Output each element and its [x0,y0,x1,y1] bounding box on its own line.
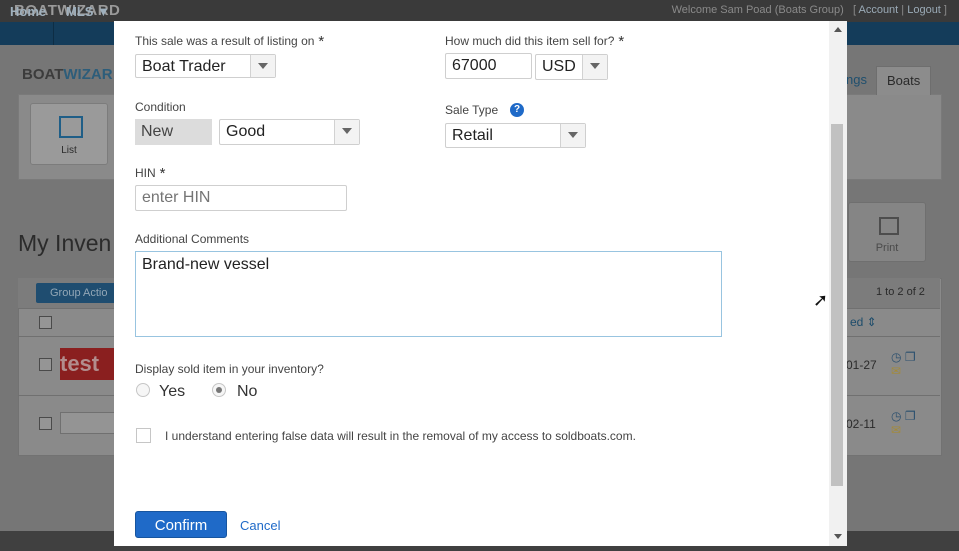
sale-price-label-text: How much did this item sell for? [445,34,615,48]
list-label: List [61,145,77,156]
boat-thumbnail[interactable]: test [60,348,114,380]
condition-select[interactable]: Good [219,119,360,145]
scroll-up-icon[interactable] [834,27,842,32]
modal-scrollbar[interactable] [829,21,847,546]
comments-label: Additional Comments [135,232,250,246]
sale-type-value: Retail [452,127,493,144]
required-mark: * [618,33,625,50]
sort-column-header[interactable]: ed ⇕ [850,315,877,329]
boatwizard-logo: BOATWIZAR [22,66,113,83]
sale-type-label: Sale Type [445,103,499,117]
tab-boats[interactable]: Boats [876,66,932,95]
print-label: Print [875,242,899,254]
condition-label: Condition [135,100,186,114]
display-yes-label[interactable]: Yes [159,383,185,401]
sale-price-input[interactable] [445,53,532,79]
chevron-down-icon [582,55,607,79]
mouse-cursor-icon: ➚ [813,290,829,310]
account-link[interactable]: Account [858,4,898,16]
group-actions-button[interactable]: Group Actio [36,283,122,303]
row-date: 02-11 [846,417,876,431]
condition-value: Good [226,123,266,140]
listing-source-value: Boat Trader [142,58,226,75]
chevron-down-icon [560,124,585,147]
calendar-icon [59,116,83,138]
clock-icon[interactable]: ◷ [891,409,901,423]
condition-new-button[interactable]: New [135,119,212,145]
envelope-icon[interactable]: ✉ [891,423,901,437]
listing-source-select[interactable]: Boat Trader [135,54,276,78]
clock-icon[interactable]: ◷ [891,350,901,364]
display-yes-radio[interactable] [136,383,150,397]
copy-icon[interactable]: ❐ [905,350,916,364]
hin-input[interactable] [135,185,347,211]
logo-boat: BOAT [22,66,64,83]
help-icon[interactable]: ? [510,103,524,117]
nav-sep [53,22,54,45]
logout-link[interactable]: Logout [907,4,941,16]
page-title: My Inven [18,230,112,256]
scroll-down-icon[interactable] [834,534,842,539]
row-action-icons[interactable]: ◷ ❐ ✉ [891,350,916,378]
list-button[interactable]: List [30,103,108,165]
currency-value: USD [542,58,576,75]
welcome-text: Welcome Sam Poad (Boats Group) [671,4,844,16]
scroll-thumb[interactable] [831,124,843,486]
cancel-link[interactable]: Cancel [240,518,280,533]
display-no-label[interactable]: No [237,383,257,401]
envelope-icon[interactable]: ✉ [891,364,901,378]
chevron-down-icon [250,55,275,77]
row-checkbox[interactable] [39,358,52,371]
copy-icon[interactable]: ❐ [905,409,916,423]
listing-source-label: This sale was a result of listing on * [135,33,324,50]
print-button[interactable]: Print [848,202,926,262]
pagination-range: 1 to 2 of 2 [876,286,925,298]
required-mark: * [159,165,166,182]
agree-text: I understand entering false data will re… [165,429,636,443]
currency-select[interactable]: USD [535,54,608,80]
sale-price-label: How much did this item sell for? * [445,33,624,50]
printer-icon [879,217,899,235]
display-sold-label: Display sold item in your inventory? [135,362,324,376]
boat-thumbnail[interactable] [60,412,116,434]
row-action-icons[interactable]: ◷ ❐ ✉ [891,409,916,437]
required-mark: * [318,33,325,50]
hin-label: HIN * [135,165,166,182]
nav-mls[interactable]: MLS ▼ [66,4,110,19]
confirm-button[interactable]: Confirm [135,511,227,538]
row-checkbox[interactable] [39,417,52,430]
chevron-down-icon [334,120,359,144]
nav-home[interactable]: Home [10,4,46,19]
logo-wizard: WIZAR [63,66,113,83]
tab-listings[interactable]: ngs [846,66,867,94]
listing-source-label-text: This sale was a result of listing on [135,34,315,48]
sale-type-select[interactable]: Retail [445,123,586,148]
select-all-checkbox[interactable] [39,316,52,329]
row-date: 01-27 [846,358,877,372]
agree-checkbox[interactable] [136,428,151,443]
mark-sold-dialog: This sale was a result of listing on * Bo… [114,21,847,546]
comments-textarea[interactable]: Brand-new vessel [135,251,722,337]
welcome-bar: Welcome Sam Poad (Boats Group) [ Account… [671,4,947,16]
hin-label-text: HIN [135,166,156,180]
display-no-radio[interactable] [212,383,226,397]
